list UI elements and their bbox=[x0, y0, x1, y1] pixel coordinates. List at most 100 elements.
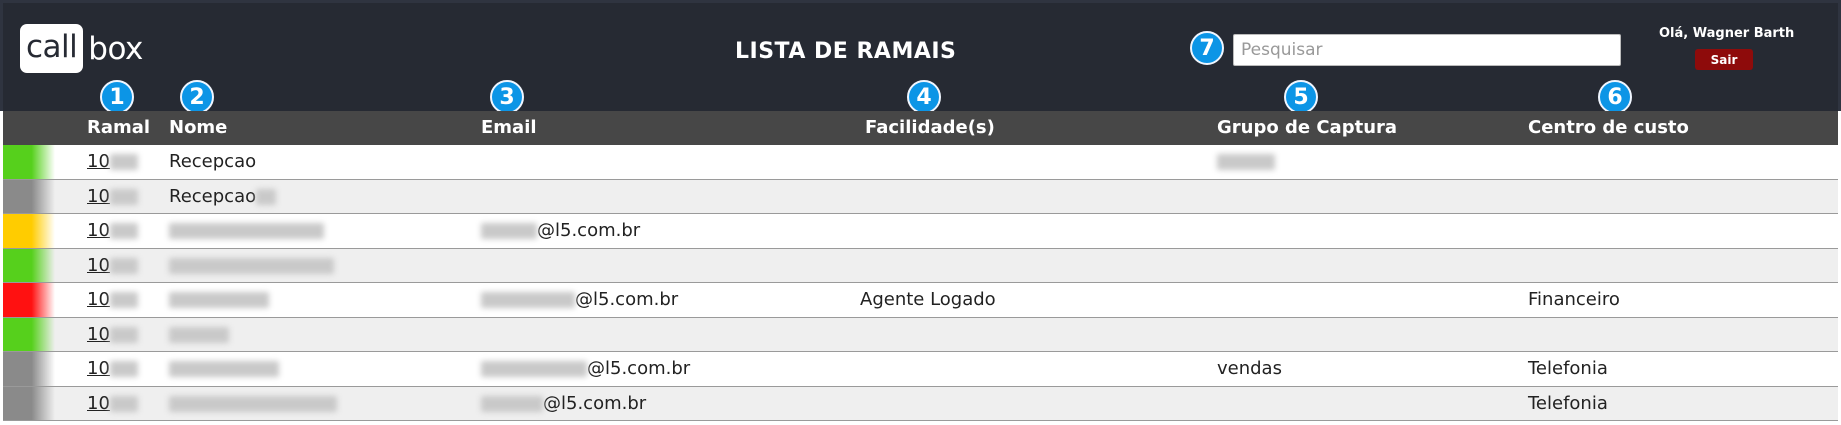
badge-7: 7 bbox=[1190, 31, 1224, 65]
column-header-nome[interactable]: Nome bbox=[169, 117, 227, 138]
redacted-block bbox=[109, 395, 138, 412]
column-header-ramal[interactable]: Ramal bbox=[87, 117, 150, 138]
extension-link-text[interactable]: 10 bbox=[87, 289, 110, 310]
cost-center-cell-text: Telefonia bbox=[1528, 392, 1608, 414]
column-header-grupo-captura[interactable]: Grupo de Captura bbox=[1217, 117, 1397, 138]
user-greeting: Olá, Wagner Barth bbox=[1659, 26, 1795, 41]
email-domain-text: @l5.com.br bbox=[537, 220, 641, 241]
name-cell: Recepcao bbox=[169, 185, 277, 207]
redacted-block bbox=[109, 361, 138, 377]
redacted-block bbox=[1217, 154, 1275, 170]
table-row[interactable]: 10 bbox=[3, 248, 1838, 283]
logo-text-call: call bbox=[20, 24, 84, 73]
redacted-block bbox=[169, 326, 229, 343]
cost-center-cell: Financeiro bbox=[1528, 289, 1620, 310]
table-row[interactable]: 10 @l5.com.br Agente Logado Financeiro bbox=[3, 283, 1838, 318]
table-row[interactable]: 10 Recepcao bbox=[3, 145, 1838, 180]
redacted-block bbox=[481, 395, 543, 412]
redacted-block bbox=[169, 257, 334, 274]
extension-link[interactable]: 10 bbox=[87, 324, 138, 345]
extension-link[interactable]: 10 bbox=[87, 186, 138, 207]
email-domain-text: @l5.com.br bbox=[575, 289, 679, 310]
redacted-block bbox=[481, 361, 587, 377]
email-cell: @l5.com.br bbox=[481, 358, 690, 379]
status-indicator-green bbox=[3, 248, 55, 282]
logo-text-box: box bbox=[88, 30, 143, 67]
table-header: Ramal Nome Email Facilidade(s) Grupo de … bbox=[3, 111, 1838, 145]
redacted-block bbox=[109, 326, 138, 343]
extension-link-text[interactable]: 10 bbox=[87, 324, 110, 345]
email-cell: @l5.com.br bbox=[481, 393, 646, 414]
name-cell bbox=[169, 255, 334, 276]
badge-2: 2 bbox=[180, 80, 214, 114]
extension-link-text[interactable]: 10 bbox=[87, 255, 110, 276]
badge-5: 5 bbox=[1284, 80, 1318, 114]
table-row[interactable]: 10 bbox=[3, 317, 1838, 352]
email-cell: @l5.com.br bbox=[481, 220, 640, 241]
name-cell-text: Recepcao bbox=[169, 151, 257, 172]
extension-link[interactable]: 10 bbox=[87, 151, 138, 172]
redacted-block bbox=[169, 292, 269, 308]
email-domain-text: @l5.com.br bbox=[587, 358, 691, 379]
capture-group-cell bbox=[1217, 151, 1275, 172]
redacted-block bbox=[109, 257, 138, 274]
name-cell bbox=[169, 393, 337, 414]
badge-3: 3 bbox=[490, 80, 524, 114]
top-bar: call box LISTA DE RAMAIS 7 Olá, Wagner B… bbox=[0, 0, 1841, 114]
cost-center-cell-text: Telefonia bbox=[1528, 358, 1608, 379]
callbox-logo[interactable]: call box bbox=[20, 24, 143, 73]
extension-link[interactable]: 10 bbox=[87, 393, 138, 414]
email-cell: @l5.com.br bbox=[481, 289, 678, 310]
redacted-block bbox=[109, 292, 138, 308]
redacted-block bbox=[481, 223, 537, 239]
extensions-table: 10 Recepcao 10 Recepcao 10 @l5.com.br 10 10 @l5.… bbox=[3, 145, 1838, 421]
redacted-block bbox=[109, 223, 138, 239]
extension-link[interactable]: 10 bbox=[87, 255, 138, 276]
extension-link-text[interactable]: 10 bbox=[87, 220, 110, 241]
badge-1: 1 bbox=[100, 80, 134, 114]
column-header-facilidades[interactable]: Facilidade(s) bbox=[865, 117, 995, 138]
extension-link-text[interactable]: 10 bbox=[87, 358, 110, 379]
name-cell bbox=[169, 358, 279, 379]
name-cell-text: Recepcao bbox=[169, 185, 257, 207]
logout-button[interactable]: Sair bbox=[1695, 49, 1753, 70]
email-domain-text: @l5.com.br bbox=[543, 392, 647, 414]
capture-group-cell-text: vendas bbox=[1217, 358, 1282, 379]
redacted-block bbox=[169, 361, 279, 377]
status-indicator-yellow bbox=[3, 214, 55, 248]
extension-link[interactable]: 10 bbox=[87, 220, 138, 241]
cost-center-cell-text: Financeiro bbox=[1528, 289, 1620, 310]
column-header-centro-custo[interactable]: Centro de custo bbox=[1528, 117, 1689, 138]
name-cell bbox=[169, 220, 324, 241]
redacted-block bbox=[481, 292, 575, 308]
column-header-email[interactable]: Email bbox=[481, 117, 537, 138]
capture-group-cell: vendas bbox=[1217, 358, 1282, 379]
extension-link-text[interactable]: 10 bbox=[87, 151, 110, 172]
facility-cell-text: Agente Logado bbox=[860, 289, 996, 310]
status-indicator-gray bbox=[3, 179, 55, 213]
search-input[interactable] bbox=[1233, 34, 1621, 66]
redacted-block bbox=[109, 154, 138, 170]
badge-6: 6 bbox=[1598, 80, 1632, 114]
extension-link[interactable]: 10 bbox=[87, 358, 138, 379]
cost-center-cell: Telefonia bbox=[1528, 358, 1608, 379]
name-cell bbox=[169, 324, 229, 345]
redacted-block bbox=[256, 188, 277, 205]
table-row[interactable]: 10 @l5.com.br Telefonia bbox=[3, 386, 1838, 421]
extension-link-text[interactable]: 10 bbox=[87, 186, 110, 207]
facility-cell: Agente Logado bbox=[860, 289, 996, 310]
status-indicator-green bbox=[3, 317, 55, 351]
table-row[interactable]: 10 @l5.com.br bbox=[3, 214, 1838, 249]
name-cell bbox=[169, 289, 269, 310]
redacted-block bbox=[169, 223, 324, 239]
redacted-block bbox=[109, 188, 138, 205]
badge-4: 4 bbox=[907, 80, 941, 114]
table-row[interactable]: 10 Recepcao bbox=[3, 179, 1838, 214]
status-indicator-red bbox=[3, 283, 55, 317]
extension-link[interactable]: 10 bbox=[87, 289, 138, 310]
status-indicator-gray bbox=[3, 386, 55, 420]
extension-link-text[interactable]: 10 bbox=[87, 393, 110, 414]
redacted-block bbox=[169, 395, 337, 412]
table-row[interactable]: 10 @l5.com.br vendas Telefonia bbox=[3, 352, 1838, 387]
name-cell: Recepcao bbox=[169, 151, 256, 172]
